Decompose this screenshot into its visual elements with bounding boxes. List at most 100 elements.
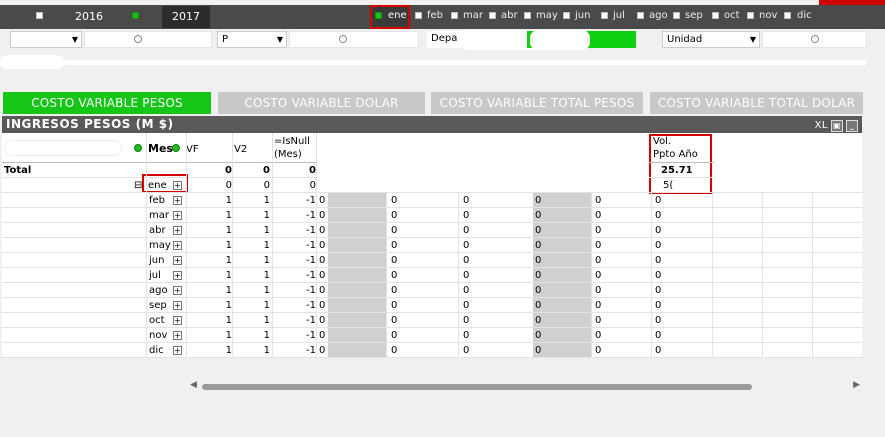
month-mar[interactable]: mar xyxy=(463,10,483,21)
search-box-2[interactable] xyxy=(289,31,419,48)
redacted-area xyxy=(714,134,862,194)
month-oct[interactable]: oct xyxy=(724,10,740,21)
redacted-area xyxy=(4,140,122,156)
export-excel-button[interactable]: XL xyxy=(815,117,828,134)
row-v2: 1 xyxy=(263,255,270,266)
row-value: 0 xyxy=(595,225,602,236)
column-divider xyxy=(762,193,763,358)
row-value: 0 xyxy=(535,195,542,206)
month-dic[interactable]: dic xyxy=(797,10,812,21)
search-box-1[interactable] xyxy=(84,31,212,48)
row-v2: 1 xyxy=(263,330,270,341)
restore-icon[interactable]: ▣ xyxy=(831,119,843,132)
checkbox-icon[interactable] xyxy=(524,12,531,19)
month-ene[interactable]: ene xyxy=(388,10,407,21)
column-divider xyxy=(146,133,147,358)
scroll-thumb[interactable] xyxy=(202,384,752,390)
month-ago[interactable]: ago xyxy=(649,10,668,21)
row-v2: 1 xyxy=(263,285,270,296)
row-value: 0 xyxy=(463,270,470,281)
header-mes[interactable]: Mes xyxy=(148,142,173,155)
chevron-down-icon: ▼ xyxy=(71,35,78,44)
checkbox-icon[interactable] xyxy=(451,12,458,19)
checkbox-icon[interactable] xyxy=(36,12,43,19)
row-value: 0 xyxy=(391,330,398,341)
row-value: 0 xyxy=(535,225,542,236)
tab-costo-variable-total-dolar[interactable]: COSTO VARIABLE TOTAL DOLAR xyxy=(650,92,863,114)
expand-icon[interactable]: + xyxy=(173,196,182,205)
month-may[interactable]: may xyxy=(536,10,558,21)
column-divider xyxy=(232,133,233,358)
minimize-icon[interactable]: _ xyxy=(846,119,858,132)
row-isnull: -1 xyxy=(306,225,316,236)
scroll-left-icon[interactable]: ◀ xyxy=(190,380,197,390)
row-isnull: -1 xyxy=(306,345,316,356)
month-label-may: may xyxy=(149,240,171,251)
expand-icon[interactable]: + xyxy=(173,256,182,265)
checkbox-icon[interactable] xyxy=(415,12,422,19)
month-sep[interactable]: sep xyxy=(685,10,703,21)
row-divider xyxy=(2,252,862,253)
tab-costo-variable-total-pesos[interactable]: COSTO VARIABLE TOTAL PESOS xyxy=(431,92,643,114)
checkbox-icon[interactable] xyxy=(637,12,644,19)
scroll-right-icon[interactable]: ▶ xyxy=(853,380,860,390)
clear-icon[interactable] xyxy=(811,35,819,43)
column-divider xyxy=(458,193,459,358)
unidad-dropdown[interactable]: Unidad ▼ xyxy=(662,31,760,48)
row-value: 0 xyxy=(463,195,470,206)
expand-icon[interactable]: + xyxy=(173,211,182,220)
row-value: 0 xyxy=(595,330,602,341)
checkbox-icon[interactable] xyxy=(673,12,680,19)
header-v2[interactable]: V2 xyxy=(234,144,247,155)
year-2016[interactable]: 2016 xyxy=(75,10,103,23)
row-value: 0 xyxy=(391,255,398,266)
month-abr[interactable]: abr xyxy=(501,10,518,21)
row-v2: 1 xyxy=(263,300,270,311)
tab-costo-variable-dolar[interactable]: COSTO VARIABLE DOLAR xyxy=(218,92,425,114)
header-isnull-1[interactable]: =IsNull xyxy=(274,136,310,147)
month-label-mar: mar xyxy=(149,210,169,221)
header-vf[interactable]: VF xyxy=(186,144,199,155)
row-value: 0 xyxy=(319,300,326,311)
horizontal-scrollbar[interactable]: ◀ ▶ xyxy=(190,380,860,394)
row-value: 0 xyxy=(319,330,326,341)
checkbox-icon[interactable] xyxy=(563,12,570,19)
row-divider xyxy=(2,342,862,343)
dropdown-2[interactable]: P ▼ xyxy=(217,31,287,48)
row-value: 0 xyxy=(319,225,326,236)
checkbox-checked-icon[interactable] xyxy=(375,12,382,19)
row-v2: 1 xyxy=(263,225,270,236)
expand-icon[interactable]: + xyxy=(173,271,182,280)
total-label: Total xyxy=(4,165,32,176)
month-jun[interactable]: jun xyxy=(575,10,590,21)
checkbox-icon[interactable] xyxy=(747,12,754,19)
dropdown-1[interactable]: ▼ xyxy=(10,31,82,48)
tab-costo-variable-pesos[interactable]: COSTO VARIABLE PESOS xyxy=(3,92,211,114)
expand-icon[interactable]: + xyxy=(173,316,182,325)
row-value: 0 xyxy=(655,225,662,236)
expand-icon[interactable]: + xyxy=(173,241,182,250)
expand-icon[interactable]: + xyxy=(173,286,182,295)
expand-icon[interactable]: + xyxy=(173,301,182,310)
clear-icon[interactable] xyxy=(339,35,347,43)
checkbox-icon[interactable] xyxy=(784,12,791,19)
checkbox-checked-icon[interactable] xyxy=(132,12,139,19)
checkbox-icon[interactable] xyxy=(712,12,719,19)
expand-icon[interactable]: + xyxy=(173,346,182,355)
clear-icon[interactable] xyxy=(134,35,142,43)
checkbox-icon[interactable] xyxy=(601,12,608,19)
month-label-jun: jun xyxy=(149,255,165,266)
vol-value: 25.71 xyxy=(661,165,693,176)
month-jul[interactable]: jul xyxy=(613,10,625,21)
panel-title: INGRESOS PESOS (M $) xyxy=(6,117,174,131)
row-vf: 1 xyxy=(225,210,232,221)
expand-icon[interactable]: + xyxy=(173,226,182,235)
column-divider xyxy=(712,193,713,358)
month-nov[interactable]: nov xyxy=(759,10,777,21)
row-value: 0 xyxy=(319,255,326,266)
expand-icon[interactable]: + xyxy=(173,331,182,340)
checkbox-icon[interactable] xyxy=(489,12,496,19)
month-feb[interactable]: feb xyxy=(427,10,443,21)
pivot-table-panel: INGRESOS PESOS (M $) XL ▣ _ Mes VF V2 =I… xyxy=(2,116,862,358)
year-2017[interactable]: 2017 xyxy=(172,10,200,23)
